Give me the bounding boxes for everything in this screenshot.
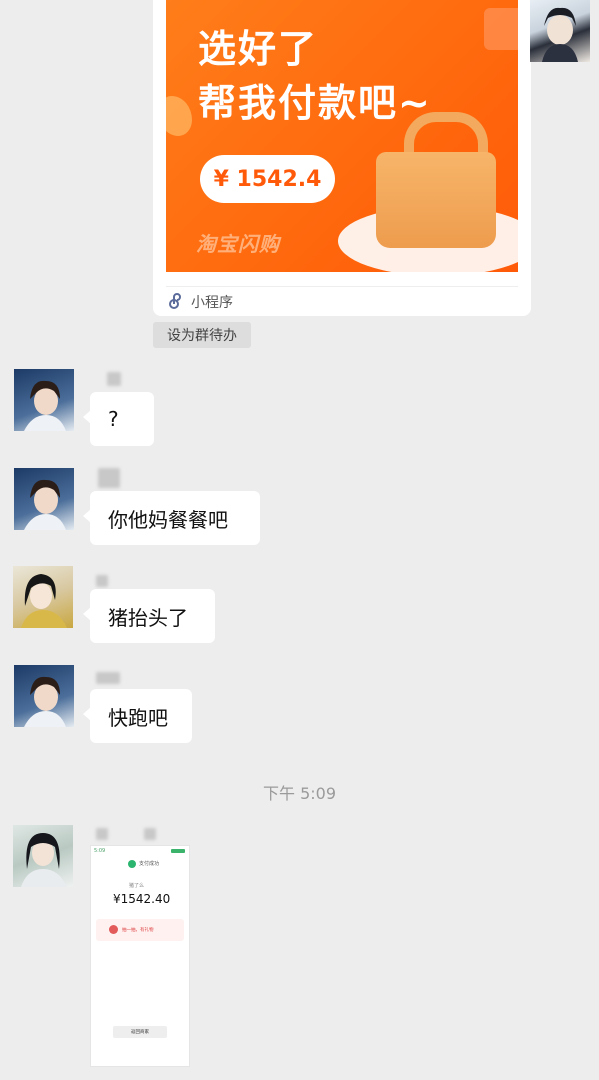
- banner-headline-1: 选好了: [198, 27, 319, 71]
- nickname-blurred: [98, 468, 120, 488]
- status-time: 5:09: [94, 848, 106, 854]
- merchant-name: 猪了么: [129, 883, 145, 889]
- avatar-portrait: [542, 7, 578, 62]
- battery-icon: [171, 849, 185, 853]
- mini-program-banner: 选好了 帮我付款吧~ ¥ 1542.4 淘宝闪购: [166, 0, 518, 272]
- nickname-blurred: [96, 575, 108, 587]
- message-text: 你他妈餐餐吧: [108, 507, 228, 532]
- message-bubble[interactable]: 猪抬头了: [83, 589, 215, 643]
- message-bubble[interactable]: ?: [83, 392, 154, 446]
- avatar-portrait: [21, 833, 67, 887]
- payment-screenshot-image[interactable]: 5:09 支付成功 猪了么 ¥1542.40 抽一抽，有礼物 返回商家: [90, 845, 190, 1067]
- pizza-decoration: [166, 96, 192, 136]
- nickname-blurred: [96, 828, 108, 840]
- banner-headline-2: 帮我付款吧~: [198, 81, 432, 125]
- divider: [166, 286, 518, 287]
- set-group-todo-button[interactable]: 设为群待办: [153, 322, 251, 348]
- gift-icon: [109, 925, 118, 934]
- shopping-bag-icon: [376, 152, 496, 248]
- message-bubble[interactable]: 你他妈餐餐吧: [83, 491, 260, 545]
- nickname-blurred: [144, 828, 156, 840]
- nickname-blurred: [96, 672, 120, 684]
- avatar[interactable]: [14, 665, 74, 727]
- avatar-portrait: [24, 380, 66, 431]
- avatar[interactable]: [14, 369, 74, 431]
- time-divider: 下午 5:09: [262, 784, 337, 803]
- promo-text: 抽一抽，有礼物: [122, 928, 154, 933]
- price-pill: ¥ 1542.4: [200, 155, 335, 203]
- message-text: 快跑吧: [108, 705, 168, 730]
- link-icon: [169, 293, 182, 309]
- check-icon: [128, 860, 136, 868]
- mini-program-label: 小程序: [191, 295, 233, 311]
- mini-program-card[interactable]: 选好了 帮我付款吧~ ¥ 1542.4 淘宝闪购 小程序: [153, 0, 531, 316]
- avatar[interactable]: [14, 468, 74, 530]
- avatar[interactable]: [530, 0, 590, 62]
- return-merchant-button: 返回商家: [113, 1026, 167, 1038]
- avatar-portrait: [24, 676, 66, 727]
- payment-amount: ¥1542.40: [113, 892, 171, 906]
- nickname-blurred: [107, 372, 121, 386]
- avatar[interactable]: [13, 825, 73, 887]
- message-text: 猪抬头了: [108, 605, 188, 630]
- message-text: ?: [108, 407, 119, 431]
- brand-watermark: 淘宝闪购: [196, 232, 280, 256]
- payment-title: 支付成功: [139, 861, 160, 867]
- avatar-portrait: [24, 479, 66, 530]
- cake-decoration: [484, 8, 518, 50]
- avatar-portrait: [21, 574, 67, 628]
- avatar[interactable]: [13, 566, 73, 628]
- message-bubble[interactable]: 快跑吧: [83, 689, 192, 743]
